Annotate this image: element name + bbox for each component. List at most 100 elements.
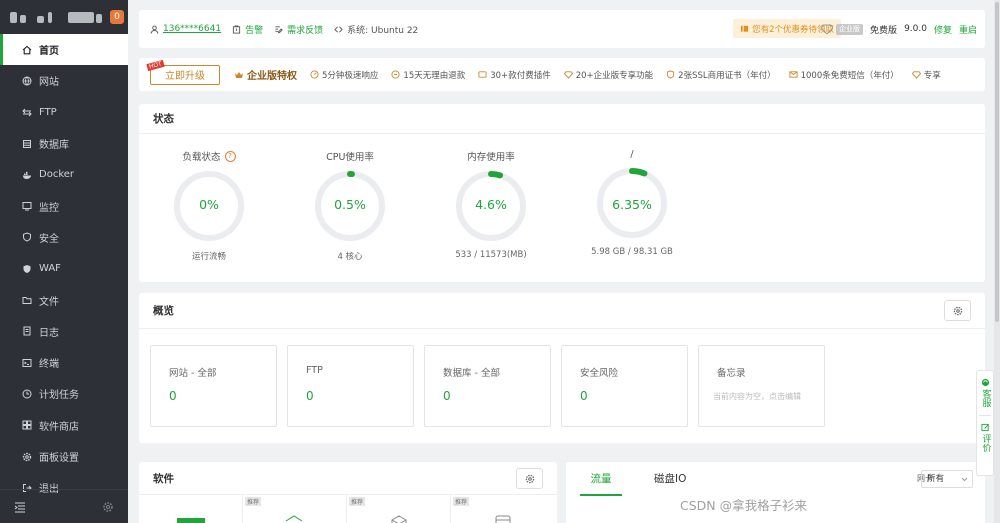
card-value[interactable]: 0 xyxy=(580,389,588,403)
overview-header: 概览 xyxy=(139,293,985,329)
software-item[interactable] xyxy=(139,495,243,523)
sidebar-item-store[interactable]: 软件商店 xyxy=(0,410,128,441)
upgrade-label: 立即升级 xyxy=(165,71,205,82)
database-icon xyxy=(22,139,32,149)
alert-label: 告警 xyxy=(245,25,264,36)
edition-info: 企业版 免费版 9.0.0 修复 重启 xyxy=(821,10,977,48)
sidebar-gear-icon[interactable] xyxy=(102,501,114,513)
folder-icon xyxy=(22,295,32,305)
sidebar-item-files[interactable]: 文件 xyxy=(0,284,128,315)
system-info: 系统: Ubuntu 22 xyxy=(334,23,418,36)
tab-traffic[interactable]: 流量 xyxy=(580,462,622,496)
restart-link[interactable]: 重启 xyxy=(959,23,977,36)
log-icon xyxy=(22,326,32,336)
sidebar-item-label: Docker xyxy=(39,169,75,181)
feature-label: 2张SSL商用证书（年付） xyxy=(678,70,776,81)
collapse-menu-icon[interactable] xyxy=(14,501,26,513)
top-info-bar: 136****6641 告警 需求反馈 系统: Ubuntu 22 您有2个优惠… xyxy=(139,10,985,48)
software-item[interactable]: 推荐 xyxy=(243,495,347,523)
card-value[interactable]: 0 xyxy=(443,389,451,403)
card-title: 安全风险 xyxy=(580,368,619,379)
settings-icon xyxy=(22,452,32,462)
feature-label: 1000条免费短信（年付） xyxy=(800,70,899,81)
exclusive-icon xyxy=(911,71,921,79)
software-item[interactable]: 推荐 xyxy=(451,495,555,523)
feature-label: 15天无理由退款 xyxy=(403,70,466,81)
feedback-link[interactable]: 需求反馈 xyxy=(274,23,323,36)
cpu-gauge[interactable]: CPU使用率 0.5% 4 核心 xyxy=(290,149,410,262)
card-title: FTP xyxy=(306,365,323,376)
enterprise-tag[interactable]: 企业版 xyxy=(821,23,864,35)
waf-app-icon xyxy=(285,515,303,522)
feature-item: 2张SSL商用证书（年付） xyxy=(666,69,776,81)
enterprise-privilege-title[interactable]: 企业版特权 xyxy=(234,67,297,82)
overview-card-memo[interactable]: 备忘录 当前内容为空，点击编辑 xyxy=(698,345,825,427)
sidebar-item-label: 网站 xyxy=(39,77,59,89)
sidebar-item-label: 软件商店 xyxy=(39,421,79,433)
overview-card-website[interactable]: 网站 - 全部 0 xyxy=(150,345,277,427)
review-button[interactable]: 评价 xyxy=(980,423,991,452)
refund-icon xyxy=(391,70,400,79)
arrows-icon xyxy=(334,25,343,33)
sidebar-item-terminal[interactable]: 终端 xyxy=(0,347,128,378)
sidebar-item-security[interactable]: 安全 xyxy=(0,222,128,253)
card-title: 网站 - 全部 xyxy=(169,368,217,379)
overview-settings-button[interactable] xyxy=(944,300,971,321)
sidebar-item-logs[interactable]: 日志 xyxy=(0,316,128,347)
card-title: 数据库 - 全部 xyxy=(443,368,500,379)
help-icon[interactable]: ? xyxy=(224,150,236,162)
notification-badge[interactable]: 0 xyxy=(110,10,124,24)
alert-icon xyxy=(232,24,241,34)
gauge-subtext: 运行流畅 xyxy=(191,252,226,262)
overview-card-database[interactable]: 数据库 - 全部 0 xyxy=(424,345,551,427)
memory-gauge[interactable]: 内存使用率 4.6% 533 / 11573(MB) xyxy=(431,149,551,260)
status-panel: 状态 负载状态? 0% 运行流畅 CPU使用率 0.5% 4 核心 内存使用率 … xyxy=(139,104,985,282)
terminal-icon xyxy=(22,358,32,368)
software-settings-button[interactable] xyxy=(516,468,543,489)
sidebar-item-label: 计划任务 xyxy=(39,390,79,402)
headset-icon xyxy=(981,378,989,387)
nic-select[interactable]: 所有 xyxy=(921,470,973,488)
sidebar-item-website[interactable]: 网站 xyxy=(0,65,128,96)
software-item[interactable]: 推荐 xyxy=(347,495,451,523)
memo-placeholder[interactable]: 当前内容为空，点击编辑 xyxy=(713,391,819,402)
coupon-icon xyxy=(740,25,749,32)
main-content: 136****6641 告警 需求反馈 系统: Ubuntu 22 您有2个优惠… xyxy=(128,0,1000,523)
feature-label: 20+企业版专享功能 xyxy=(575,70,654,81)
tab-disk-io[interactable]: 磁盘IO xyxy=(654,462,686,496)
overview-card-risk[interactable]: 安全风险 0 xyxy=(561,345,688,427)
sidebar-item-ftp[interactable]: FTP xyxy=(0,97,128,128)
alert-link[interactable]: 告警 xyxy=(232,23,263,36)
sidebar-item-monitor[interactable]: 监控 xyxy=(0,190,128,221)
overview-title: 概览 xyxy=(153,305,174,317)
user-account[interactable]: 136****6641 xyxy=(150,24,221,34)
sidebar-item-database[interactable]: 数据库 xyxy=(0,128,128,159)
sidebar-item-waf[interactable]: WAF xyxy=(0,253,128,284)
sidebar-item-docker[interactable]: Docker xyxy=(0,159,128,190)
customer-service-button[interactable]: 客服 xyxy=(980,378,991,407)
feature-label: 专享 xyxy=(923,70,941,81)
enterprise-tag-label: 企业版 xyxy=(836,23,864,35)
sidebar-item-home[interactable]: 首页 xyxy=(0,34,128,66)
edit-icon xyxy=(980,423,989,432)
sidebar-item-cron[interactable]: 计划任务 xyxy=(0,378,128,409)
disk-gauge[interactable]: / 6.35% 5.98 GB / 98.31 GB xyxy=(572,149,692,257)
software-panel: 软件 推荐 推荐 推荐 xyxy=(139,462,557,523)
card-value[interactable]: 0 xyxy=(169,389,177,403)
gauge-subtext: 533 / 11573(MB) xyxy=(455,250,527,260)
gear-icon xyxy=(953,306,962,315)
user-phone[interactable]: 136****6641 xyxy=(163,24,221,34)
logo-row: 0 xyxy=(0,0,128,34)
sidebar-item-settings[interactable]: 面板设置 xyxy=(0,441,128,472)
feature-item: 5分钟极速响应 xyxy=(310,69,378,81)
software-title: 软件 xyxy=(153,473,174,485)
load-gauge[interactable]: 负载状态? 0% 运行流畅 xyxy=(149,149,269,262)
crown-icon xyxy=(235,71,243,78)
repair-link[interactable]: 修复 xyxy=(934,23,952,36)
overview-card-ftp[interactable]: FTP 0 xyxy=(287,345,414,427)
upgrade-button[interactable]: HOT 立即升级 xyxy=(146,59,220,85)
card-value[interactable]: 0 xyxy=(306,389,314,403)
sidebar-item-label: 文件 xyxy=(39,296,59,308)
page-scrollbar[interactable] xyxy=(994,0,1000,523)
user-icon xyxy=(150,25,159,34)
